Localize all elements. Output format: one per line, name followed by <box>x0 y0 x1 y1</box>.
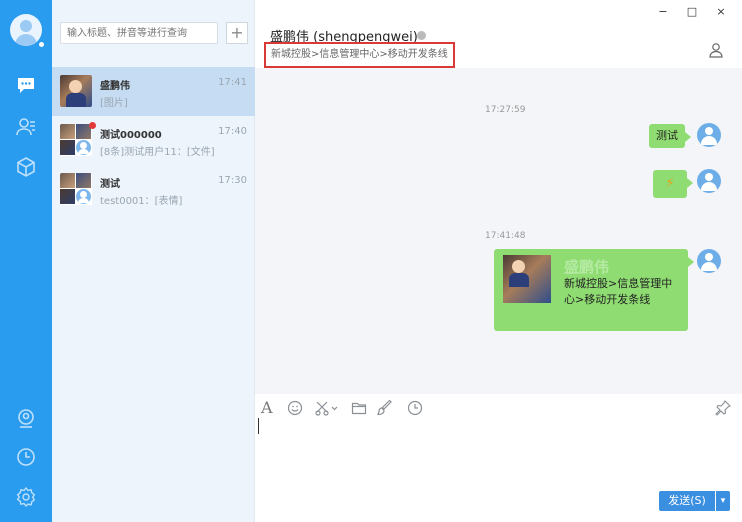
send-options-dropdown[interactable]: ▾ <box>716 491 730 511</box>
group-avatar <box>60 173 92 205</box>
conversation-preview: [8条]测试用户11：[文件] <box>100 147 215 158</box>
minimize-button[interactable]: − <box>656 5 670 18</box>
close-button[interactable]: × <box>714 5 728 18</box>
conversation-item[interactable]: 测试000000 17:40 [8条]测试用户11：[文件] <box>52 116 255 165</box>
conversation-preview: test0001：[表情] <box>100 196 183 207</box>
clock-icon[interactable] <box>407 400 423 416</box>
message-bubble[interactable]: 测试 <box>649 124 691 148</box>
my-avatar <box>697 249 721 273</box>
conversation-time: 17:41 <box>218 77 247 88</box>
contact-card-bubble[interactable]: 盛鹏伟 新城控股>信息管理中心>移动开发条线 <box>494 249 694 331</box>
card-avatar <box>503 255 551 303</box>
chat-panel: − □ × 盛鹏伟 (shengpengwei) 新城控股>信息管理中心>移动开… <box>255 0 742 522</box>
add-button[interactable]: + <box>226 22 248 44</box>
profile-icon[interactable] <box>708 42 724 58</box>
chat-app-window: + 盛鹏伟 17:41 [图片] 测试000000 17:40 [8条]测试用户… <box>0 0 742 522</box>
left-rail <box>0 0 52 522</box>
apps-cube-icon[interactable] <box>15 156 37 178</box>
send-button[interactable]: 发送(S) <box>659 491 715 511</box>
maximize-button[interactable]: □ <box>685 5 699 18</box>
my-avatar <box>697 123 721 147</box>
card-name: 盛鹏伟 <box>564 258 610 276</box>
conversation-item[interactable]: 盛鹏伟 17:41 [图片] <box>52 67 255 116</box>
settings-gear-icon[interactable] <box>15 486 37 508</box>
brush-icon[interactable] <box>377 400 393 416</box>
group-avatar <box>60 124 92 156</box>
status-dot <box>37 40 46 49</box>
unread-dot <box>89 122 96 129</box>
history-clock-icon[interactable] <box>15 446 37 468</box>
message-timestamp: 17:41:48 <box>485 231 526 241</box>
conversation-preview: [图片] <box>100 98 128 109</box>
conversation-name: 测试000000 <box>100 130 162 141</box>
conversation-time: 17:30 <box>218 175 247 186</box>
emoji-icon[interactable] <box>287 400 303 416</box>
screenshot-scissors-icon[interactable] <box>315 400 339 416</box>
pin-icon[interactable] <box>715 400 731 416</box>
contacts-icon[interactable] <box>15 116 37 138</box>
message-area: 17:27:59 测试 ⚡ 17:41:48 盛鹏伟 新城控股>信息管理中心>移… <box>255 68 742 394</box>
contact-avatar <box>60 75 92 107</box>
conversation-name: 测试 <box>100 179 120 190</box>
conversation-list: + 盛鹏伟 17:41 [图片] 测试000000 17:40 [8条]测试用户… <box>52 0 255 522</box>
search-input[interactable] <box>60 22 218 44</box>
org-path-highlight: 新城控股>信息管理中心>移动开发条线 <box>264 42 455 68</box>
text-cursor <box>258 418 259 434</box>
font-icon[interactable]: A <box>261 400 277 416</box>
conversation-name: 盛鹏伟 <box>100 81 130 92</box>
folder-icon[interactable] <box>351 400 367 416</box>
chat-icon[interactable] <box>15 74 37 96</box>
presence-dot <box>417 31 426 40</box>
my-avatar <box>697 169 721 193</box>
emoji-bubble[interactable]: ⚡ <box>653 170 693 198</box>
conversation-time: 17:40 <box>218 126 247 137</box>
message-timestamp: 17:27:59 <box>485 105 526 115</box>
card-path: 新城控股>信息管理中心>移动开发条线 <box>564 277 673 306</box>
location-icon[interactable] <box>15 408 37 430</box>
conversation-item[interactable]: 测试 17:30 test0001：[表情] <box>52 165 255 214</box>
